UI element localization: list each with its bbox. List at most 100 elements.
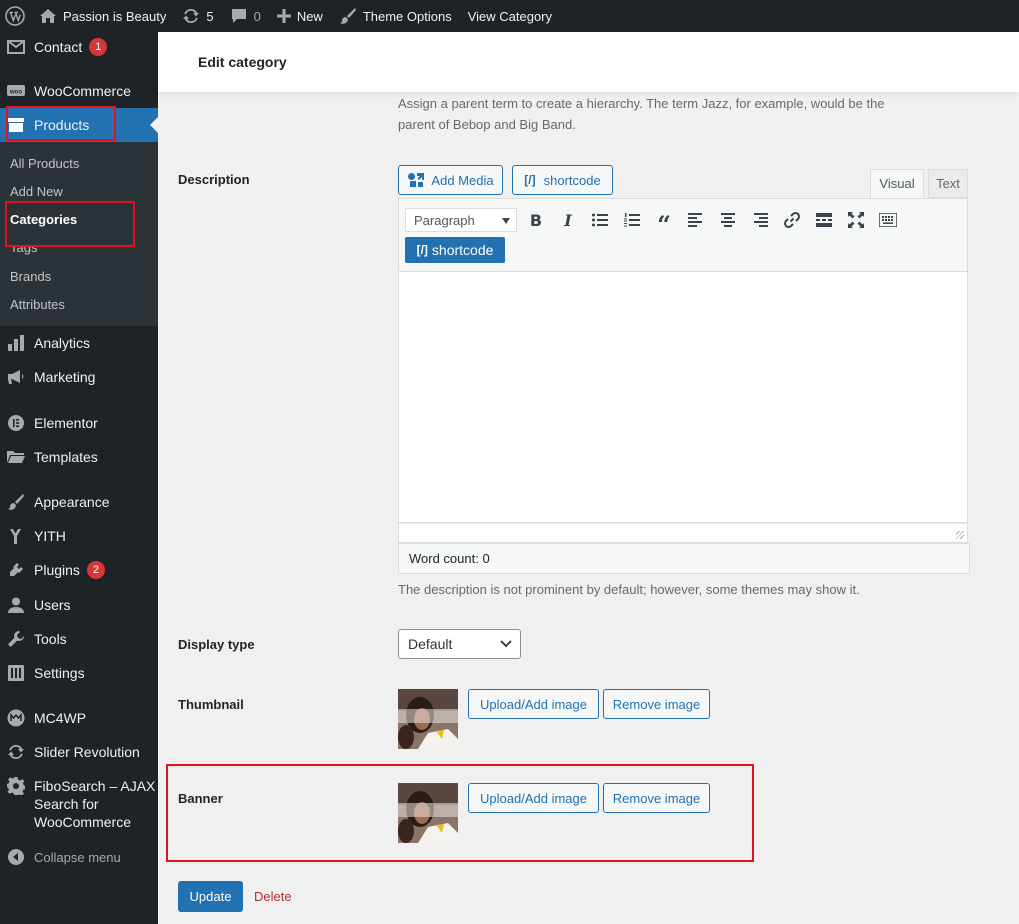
elementor-icon (7, 414, 25, 432)
shortcode-button[interactable]: [/] shortcode (512, 165, 613, 195)
user-icon (7, 596, 25, 614)
menu-item-contact[interactable]: Contact 1 (0, 36, 158, 58)
add-media-button[interactable]: Add Media (398, 165, 503, 195)
tab-text[interactable]: Text (928, 169, 968, 198)
format-select[interactable]: Paragraph (405, 208, 517, 232)
editor-resize-bar (398, 523, 968, 543)
updates-icon (183, 8, 200, 24)
align-right-button[interactable] (748, 208, 772, 232)
menu-item-tools[interactable]: Tools (0, 628, 158, 650)
paintbrush-icon (339, 8, 356, 24)
menu-label-users: Users (34, 597, 71, 613)
display-type-select[interactable]: Default (398, 629, 521, 659)
gear-icon (7, 777, 25, 795)
menu-item-templates[interactable]: Templates (0, 446, 158, 468)
submenu-brands[interactable]: Brands (10, 269, 51, 284)
view-category-link[interactable]: View Category (460, 0, 560, 32)
submenu-categories[interactable]: Categories (10, 212, 77, 227)
menu-label-tools: Tools (34, 631, 67, 647)
contact-badge: 1 (89, 38, 108, 56)
insert-link-button[interactable] (780, 208, 804, 232)
banner-image (398, 783, 458, 843)
archive-icon (7, 116, 25, 134)
comments-link[interactable]: 0 (222, 0, 269, 32)
submenu-tags[interactable]: Tags (10, 245, 37, 255)
chevron-down-icon (502, 218, 510, 224)
menu-item-users[interactable]: Users (0, 594, 158, 616)
menu-item-mc4wp[interactable]: MC4WP (0, 707, 158, 729)
menu-item-analytics[interactable]: Analytics (0, 332, 158, 354)
sliders-icon (7, 664, 25, 682)
new-content-link[interactable]: New (269, 0, 331, 32)
format-select-value: Paragraph (414, 212, 475, 228)
shortcode-icon: [/] (416, 243, 428, 257)
menu-item-woocommerce[interactable]: woo WooCommerce (0, 80, 158, 102)
menu-item-plugins[interactable]: Plugins 2 (0, 559, 158, 581)
bar-chart-icon (7, 334, 25, 352)
read-more-button[interactable] (812, 208, 836, 232)
read-more-icon (816, 213, 832, 227)
delete-link[interactable]: Delete (254, 889, 292, 904)
menu-item-marketing[interactable]: Marketing (0, 366, 158, 388)
page-title: Edit category (198, 54, 287, 70)
menu-item-elementor[interactable]: Elementor (0, 412, 158, 434)
menu-label-mc4wp: MC4WP (34, 710, 87, 726)
collapse-menu-label: Collapse menu (34, 849, 121, 865)
menu-label-plugins: Plugins (34, 562, 80, 578)
tab-visual[interactable]: Visual (870, 169, 924, 198)
menu-item-slider-revolution[interactable]: Slider Revolution (0, 741, 158, 763)
menu-label-slider-revolution: Slider Revolution (34, 744, 140, 760)
align-center-button[interactable] (716, 208, 740, 232)
display-type-value: Default (408, 636, 453, 652)
menu-item-yith[interactable]: YITH (0, 525, 158, 547)
display-type-label: Display type (178, 637, 255, 652)
parent-help-line-2: parent of Bebop and Big Band. (398, 117, 576, 132)
description-label: Description (178, 172, 250, 187)
collapse-menu-button[interactable]: Collapse menu (0, 847, 158, 867)
submenu-all-products[interactable]: All Products (10, 156, 79, 171)
update-button[interactable]: Update (178, 881, 243, 912)
comment-icon (231, 9, 246, 23)
fibosearch-line-2: Search for (34, 796, 99, 812)
theme-options-link[interactable]: Theme Options (331, 0, 460, 32)
thumbnail-remove-button[interactable]: Remove image (603, 689, 710, 719)
toolbar-shortcode-button[interactable]: [/] shortcode (405, 237, 505, 263)
blockquote-button[interactable]: “ (652, 208, 676, 239)
updates-link[interactable]: 5 (174, 0, 221, 32)
quote-icon: “ (657, 209, 671, 239)
envelope-icon (7, 38, 25, 56)
collapse-icon (7, 848, 25, 866)
thumbnail-upload-button[interactable]: Upload/Add image (468, 689, 599, 719)
italic-button[interactable]: I (556, 208, 580, 232)
svg-text:woo: woo (9, 90, 22, 96)
products-submenu: All Products Add New Categories Tags Bra… (0, 142, 158, 326)
submenu-add-new[interactable]: Add New (10, 184, 63, 199)
wordpress-logo-button[interactable] (0, 0, 31, 32)
numbered-list-icon (624, 213, 640, 227)
site-name-link[interactable]: Passion is Beauty (31, 0, 174, 32)
align-left-button[interactable] (684, 208, 708, 232)
link-icon (783, 211, 801, 229)
media-icon (408, 173, 425, 187)
banner-remove-button[interactable]: Remove image (603, 783, 710, 813)
bold-button[interactable]: B (524, 208, 548, 232)
thumbnail-label: Thumbnail (178, 697, 244, 712)
menu-label-templates: Templates (34, 449, 98, 465)
submenu-attributes[interactable]: Attributes (10, 297, 65, 312)
menu-label-contact: Contact (34, 39, 83, 55)
banner-upload-button[interactable]: Upload/Add image (468, 783, 599, 813)
menu-item-appearance[interactable]: Appearance (0, 491, 158, 513)
numbered-list-button[interactable] (620, 208, 644, 232)
description-editor[interactable] (398, 272, 968, 523)
fullscreen-button[interactable] (844, 208, 868, 232)
menu-item-products[interactable]: Products (0, 108, 158, 142)
toolbar-toggle-button[interactable] (876, 208, 900, 232)
menu-item-fibosearch[interactable]: FiboSearch – AJAX Search for WooCommerce (0, 777, 158, 833)
bullet-list-button[interactable] (588, 208, 612, 232)
view-category-label: View Category (467, 8, 553, 24)
resize-handle[interactable] (956, 531, 964, 539)
current-menu-arrow (150, 117, 158, 133)
description-help-text: The description is not prominent by defa… (398, 582, 860, 597)
menu-item-settings[interactable]: Settings (0, 662, 158, 684)
shortcode-label: shortcode (543, 172, 601, 188)
